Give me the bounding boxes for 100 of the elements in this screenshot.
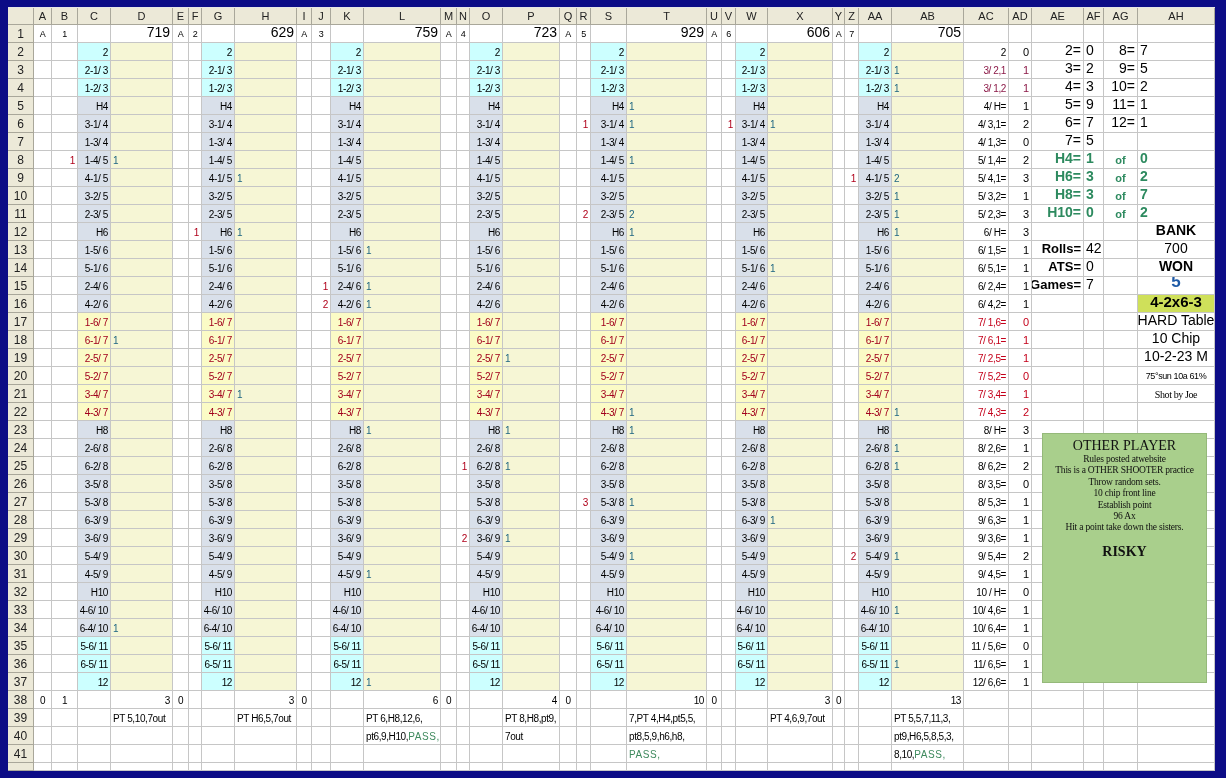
table-cell: 1-5/ 6 <box>78 241 111 259</box>
row-header[interactable]: 38 <box>8 691 34 709</box>
table-cell: 1 <box>1009 565 1032 583</box>
row-header[interactable]: 3 <box>8 61 34 79</box>
column-header[interactable]: U <box>707 8 722 25</box>
row-header[interactable]: 33 <box>8 601 34 619</box>
row-header[interactable]: 1 <box>8 25 34 43</box>
table-cell: of <box>1104 169 1138 187</box>
table-cell: 3-1/ 4 <box>78 115 111 133</box>
table-cell: 1 <box>892 403 964 421</box>
row-header[interactable]: 27 <box>8 493 34 511</box>
row-header[interactable]: 30 <box>8 547 34 565</box>
table-cell: 3 <box>1084 79 1104 97</box>
row-header[interactable]: 37 <box>8 673 34 691</box>
column-header[interactable]: J <box>312 8 331 25</box>
column-header[interactable]: A <box>34 8 52 25</box>
row-header[interactable]: 41 <box>8 745 34 763</box>
row-header[interactable]: 14 <box>8 259 34 277</box>
row-header[interactable]: 34 <box>8 619 34 637</box>
row-header[interactable]: 15 <box>8 277 34 295</box>
row-header[interactable]: 32 <box>8 583 34 601</box>
row-header[interactable]: 4 <box>8 79 34 97</box>
row-header[interactable]: 9 <box>8 169 34 187</box>
column-header[interactable]: N <box>457 8 470 25</box>
column-header[interactable]: S <box>591 8 627 25</box>
row-header[interactable]: 31 <box>8 565 34 583</box>
row-header[interactable]: 6 <box>8 115 34 133</box>
table-cell: H10 <box>331 583 364 601</box>
column-header[interactable]: AC <box>964 8 1009 25</box>
row-header[interactable] <box>8 763 34 771</box>
column-header[interactable]: P <box>503 8 560 25</box>
row-header[interactable]: 23 <box>8 421 34 439</box>
column-header[interactable]: X <box>768 8 833 25</box>
table-cell: 6 <box>722 25 736 43</box>
table-cell: 0 <box>1009 637 1032 655</box>
column-header[interactable]: F <box>189 8 202 25</box>
table-cell: 2-6/ 8 <box>591 439 627 457</box>
row-header[interactable]: 25 <box>8 457 34 475</box>
column-header[interactable]: Z <box>845 8 859 25</box>
column-header[interactable]: AA <box>859 8 892 25</box>
table-cell: 1 <box>503 457 560 475</box>
row-header[interactable]: 26 <box>8 475 34 493</box>
column-header[interactable]: L <box>364 8 441 25</box>
row-header[interactable]: 22 <box>8 403 34 421</box>
row-header[interactable]: 36 <box>8 655 34 673</box>
row-header[interactable]: 24 <box>8 439 34 457</box>
column-header[interactable]: AE <box>1032 8 1084 25</box>
row-header[interactable]: 11 <box>8 205 34 223</box>
table-cell: 4/ 1,3= <box>964 133 1009 151</box>
table-cell: 4-1/ 5 <box>859 169 892 187</box>
row-header[interactable]: 39 <box>8 709 34 727</box>
column-header[interactable]: T <box>627 8 707 25</box>
column-header[interactable]: K <box>331 8 364 25</box>
table-cell: A <box>173 25 189 43</box>
column-header[interactable]: G <box>202 8 235 25</box>
column-header[interactable]: W <box>736 8 768 25</box>
table-cell: 2 <box>736 43 768 61</box>
table-cell: 5-3/ 8 <box>859 493 892 511</box>
column-header[interactable]: H <box>235 8 297 25</box>
column-header[interactable]: AG <box>1104 8 1138 25</box>
column-header[interactable]: Q <box>560 8 577 25</box>
column-header[interactable]: AH <box>1138 8 1215 25</box>
row-header[interactable]: 10 <box>8 187 34 205</box>
column-header[interactable]: B <box>52 8 78 25</box>
column-header[interactable]: AD <box>1009 8 1032 25</box>
table-cell: 2 <box>1138 79 1215 97</box>
row-header[interactable]: 28 <box>8 511 34 529</box>
row-header[interactable]: 8 <box>8 151 34 169</box>
row-header[interactable]: 18 <box>8 331 34 349</box>
row-header[interactable]: 35 <box>8 637 34 655</box>
row-header[interactable]: 40 <box>8 727 34 745</box>
table-cell: 2-5/ 7 <box>736 349 768 367</box>
column-header[interactable]: O <box>470 8 503 25</box>
row-header[interactable]: 12 <box>8 223 34 241</box>
table-cell: 2-3/ 5 <box>736 205 768 223</box>
row-header[interactable]: 5 <box>8 97 34 115</box>
row-header[interactable]: 20 <box>8 367 34 385</box>
column-header[interactable]: AF <box>1084 8 1104 25</box>
row-header[interactable]: 7 <box>8 133 34 151</box>
column-header[interactable]: V <box>722 8 736 25</box>
table-cell: 0 <box>560 691 577 709</box>
row-header[interactable]: 17 <box>8 313 34 331</box>
column-header[interactable]: I <box>297 8 312 25</box>
row-header[interactable]: 19 <box>8 349 34 367</box>
column-header[interactable]: R <box>577 8 591 25</box>
column-header[interactable]: M <box>441 8 457 25</box>
column-header[interactable]: C <box>78 8 111 25</box>
column-header[interactable]: E <box>173 8 189 25</box>
select-all-corner[interactable] <box>8 8 34 25</box>
row-header[interactable]: 13 <box>8 241 34 259</box>
table-cell: A <box>560 25 577 43</box>
table-cell: 5-1/ 6 <box>331 259 364 277</box>
row-header[interactable]: 29 <box>8 529 34 547</box>
column-header[interactable]: AB <box>892 8 964 25</box>
column-header[interactable]: Y <box>833 8 845 25</box>
table-cell: H8 <box>859 421 892 439</box>
row-header[interactable]: 2 <box>8 43 34 61</box>
row-header[interactable]: 21 <box>8 385 34 403</box>
row-header[interactable]: 16 <box>8 295 34 313</box>
column-header[interactable]: D <box>111 8 173 25</box>
